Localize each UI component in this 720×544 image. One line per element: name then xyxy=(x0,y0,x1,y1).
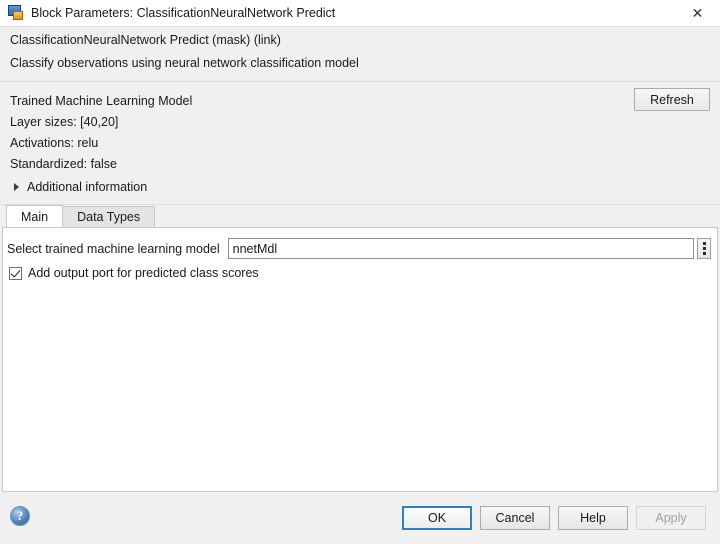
tab-strip: Main Data Types xyxy=(0,205,720,227)
block-name-label: ClassificationNeuralNetwork Predict (mas… xyxy=(0,27,720,51)
window-title: Block Parameters: ClassificationNeuralNe… xyxy=(31,6,335,20)
cancel-button[interactable]: Cancel xyxy=(480,506,550,530)
model-property-layer-sizes: Layer sizes: [40,20] xyxy=(0,111,720,132)
title-bar: Block Parameters: ClassificationNeuralNe… xyxy=(0,0,720,26)
additional-information-toggle[interactable]: Additional information xyxy=(0,176,720,198)
model-name-input[interactable] xyxy=(228,238,694,259)
tab-data-types[interactable]: Data Types xyxy=(62,206,155,227)
class-scores-checkbox-label: Add output port for predicted class scor… xyxy=(28,266,259,280)
model-property-activations: Activations: relu xyxy=(0,132,720,153)
dialog-header: ClassificationNeuralNetwork Predict (mas… xyxy=(0,26,720,82)
close-icon[interactable]: ✕ xyxy=(675,0,720,26)
model-selection-row: Select trained machine learning model xyxy=(3,228,717,260)
tab-main[interactable]: Main xyxy=(6,205,63,227)
help-icon[interactable]: ? xyxy=(10,506,30,526)
trained-model-title: Trained Machine Learning Model xyxy=(0,90,720,111)
model-property-standardized: Standardized: false xyxy=(0,153,720,174)
chevron-right-icon xyxy=(14,183,19,191)
class-scores-checkbox[interactable] xyxy=(9,267,22,280)
block-parameters-icon xyxy=(8,5,24,21)
main-tab-panel: Select trained machine learning model Ad… xyxy=(2,227,718,492)
block-parameters-dialog: Block Parameters: ClassificationNeuralNe… xyxy=(0,0,720,544)
apply-button: Apply xyxy=(636,506,706,530)
block-description-label: Classify observations using neural netwo… xyxy=(0,51,720,75)
additional-information-label: Additional information xyxy=(27,180,147,194)
trained-model-panel: Trained Machine Learning Model Refresh L… xyxy=(0,82,720,205)
dialog-footer: ? OK Cancel Help Apply xyxy=(0,492,720,544)
help-button[interactable]: Help xyxy=(558,506,628,530)
class-scores-checkbox-row[interactable]: Add output port for predicted class scor… xyxy=(3,260,717,280)
vertical-ellipsis-icon[interactable] xyxy=(697,238,711,259)
model-select-label: Select trained machine learning model xyxy=(7,242,220,256)
dialog-button-row: OK Cancel Help Apply xyxy=(402,506,706,530)
refresh-button[interactable]: Refresh xyxy=(634,88,710,111)
ok-button[interactable]: OK xyxy=(402,506,472,530)
